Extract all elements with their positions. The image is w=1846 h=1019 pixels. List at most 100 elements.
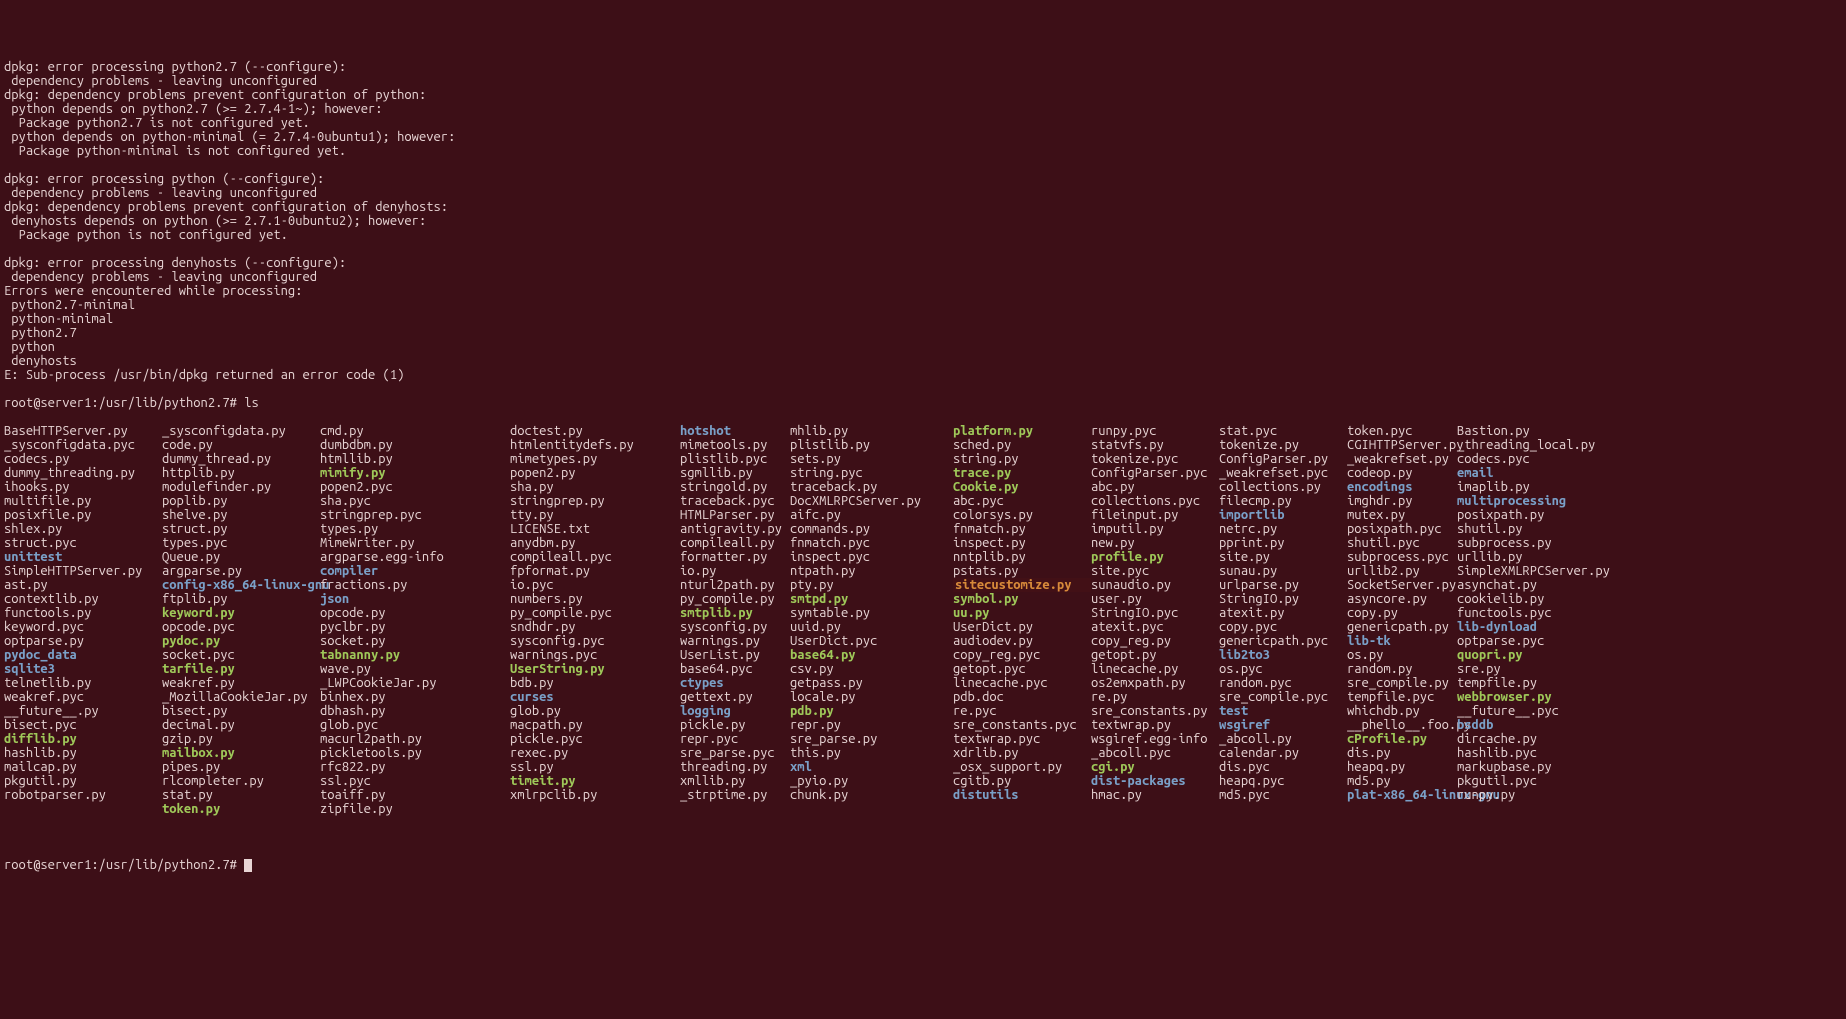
ls-file: macpath.py	[510, 718, 680, 732]
ls-file: binhex.py	[320, 690, 510, 704]
ls-file: string.pyc	[790, 466, 953, 480]
cursor-icon	[244, 859, 252, 872]
ls-file: subprocess.pyc	[1347, 550, 1457, 564]
ls-file: Queue.py	[162, 550, 320, 564]
ls-file: popen2.py	[510, 466, 680, 480]
prompt-line-1[interactable]: root@server1:/usr/lib/python2.7# ls	[4, 396, 1842, 410]
prompt-line-2[interactable]: root@server1:/usr/lib/python2.7#	[4, 858, 1842, 872]
terminal-output-line: python depends on python-minimal (= 2.7.…	[4, 130, 1842, 144]
ls-file: atexit.py	[1219, 606, 1347, 620]
ls-directory: importlib	[1219, 508, 1347, 522]
ls-directory: email	[1457, 466, 1565, 480]
ls-file: warnings.py	[680, 634, 790, 648]
ls-empty-cell	[4, 802, 162, 816]
ls-file: _abcoll.pyc	[1091, 746, 1219, 760]
ls-file: imaplib.py	[1457, 480, 1565, 494]
ls-file: _LWPCookieJar.py	[320, 676, 510, 690]
ls-file: rfc822.py	[320, 760, 510, 774]
ls-file: tokenize.pyc	[1091, 452, 1219, 466]
ls-file: csv.py	[790, 662, 953, 676]
ls-file: nntplib.py	[953, 550, 1091, 564]
ls-file: repr.py	[790, 718, 953, 732]
ls-file: _sysconfigdata.py	[162, 424, 320, 438]
ls-file: sunaudio.py	[1091, 578, 1219, 592]
ls-file: xdrlib.py	[953, 746, 1091, 760]
terminal-output-line: python	[4, 340, 1842, 354]
ls-file: sysconfig.py	[680, 620, 790, 634]
terminal-output-line: dpkg: dependency problems prevent config…	[4, 200, 1842, 214]
ls-file: runpy.pyc	[1091, 424, 1219, 438]
ls-file: optparse.py	[4, 634, 162, 648]
ls-output-grid: BaseHTTPServer.py_sysconfigdata.pycmd.py…	[4, 424, 1842, 844]
ls-file: dis.py	[1347, 746, 1457, 760]
ls-file: cgitb.py	[953, 774, 1091, 788]
ls-file: subprocess.py	[1457, 536, 1565, 550]
ls-executable: difflib.py	[4, 732, 162, 746]
ls-file: ast.py	[4, 578, 162, 592]
ls-command: ls	[244, 396, 259, 410]
ls-file: decimal.py	[162, 718, 320, 732]
ls-executable: keyword.py	[162, 606, 320, 620]
ls-file: codecs.py	[4, 452, 162, 466]
ls-file: argparse.egg-info	[320, 550, 510, 564]
terminal-output-line: dependency problems - leaving unconfigur…	[4, 270, 1842, 284]
ls-file: pickle.py	[680, 718, 790, 732]
ls-file: multifile.py	[4, 494, 162, 508]
ls-executable: timeit.py	[510, 774, 680, 788]
ls-file: plistlib.py	[790, 438, 953, 452]
terminal-output-line: denyhosts	[4, 354, 1842, 368]
ls-file: glob.pyc	[320, 718, 510, 732]
ls-file: hashlib.pyc	[1457, 746, 1565, 760]
ls-directory: hotshot	[680, 424, 790, 438]
terminal-output-line	[4, 242, 1842, 256]
ls-file: collections.pyc	[1091, 494, 1219, 508]
ls-file: dummy_thread.py	[162, 452, 320, 466]
ls-executable: pdb.py	[790, 704, 953, 718]
ls-file: macurl2path.py	[320, 732, 510, 746]
ls-file: sre_parse.pyc	[680, 746, 790, 760]
ls-file: os2emxpath.py	[1091, 676, 1219, 690]
ls-file: _abcoll.py	[1219, 732, 1347, 746]
ls-file: mimetools.py	[680, 438, 790, 452]
ls-file: ihooks.py	[4, 480, 162, 494]
ls-file: formatter.py	[680, 550, 790, 564]
ls-file: sndhdr.py	[510, 620, 680, 634]
ls-file: bisect.pyc	[4, 718, 162, 732]
ls-file: UserDict.pyc	[790, 634, 953, 648]
ls-file: glob.py	[510, 704, 680, 718]
ls-file: stringprep.py	[510, 494, 680, 508]
ls-file: functools.py	[4, 606, 162, 620]
ls-file: LICENSE.txt	[510, 522, 680, 536]
ls-file: StringIO.pyc	[1091, 606, 1219, 620]
ls-file: gettext.py	[680, 690, 790, 704]
ls-file: user.py	[1091, 592, 1219, 606]
ls-executable: tarfile.py	[162, 662, 320, 676]
ls-file: CGIHTTPServer.py	[1347, 438, 1457, 452]
ls-file: whichdb.py	[1347, 704, 1457, 718]
ls-executable: UserString.py	[510, 662, 680, 676]
ls-file: md5.pyc	[1219, 788, 1347, 802]
ls-file: dbhash.py	[320, 704, 510, 718]
ls-file: robotparser.py	[4, 788, 162, 802]
ls-file: popen2.pyc	[320, 480, 510, 494]
ls-file: posixpath.py	[1457, 508, 1565, 522]
ls-file: weakref.py	[162, 676, 320, 690]
ls-file: compileall.py	[680, 536, 790, 550]
ls-file: stat.py	[162, 788, 320, 802]
ls-file: pprint.py	[1219, 536, 1347, 550]
ls-file: posixfile.py	[4, 508, 162, 522]
shell-prompt: root@server1:/usr/lib/python2.7#	[4, 858, 244, 872]
ls-file: modulefinder.py	[162, 480, 320, 494]
ls-file: __future__.py	[4, 704, 162, 718]
ls-file: nturl2path.py	[680, 578, 790, 592]
ls-file: markupbase.py	[1457, 760, 1565, 774]
ls-file: collections.py	[1219, 480, 1347, 494]
ls-file: mhlib.py	[790, 424, 953, 438]
ls-file: pty.py	[790, 578, 953, 592]
ls-file: argparse.py	[162, 564, 320, 578]
ls-executable: mimify.py	[320, 466, 510, 480]
ls-file: rlcompleter.py	[162, 774, 320, 788]
ls-file: dis.pyc	[1219, 760, 1347, 774]
ls-file: netrc.py	[1219, 522, 1347, 536]
ls-file: sha.pyc	[320, 494, 510, 508]
